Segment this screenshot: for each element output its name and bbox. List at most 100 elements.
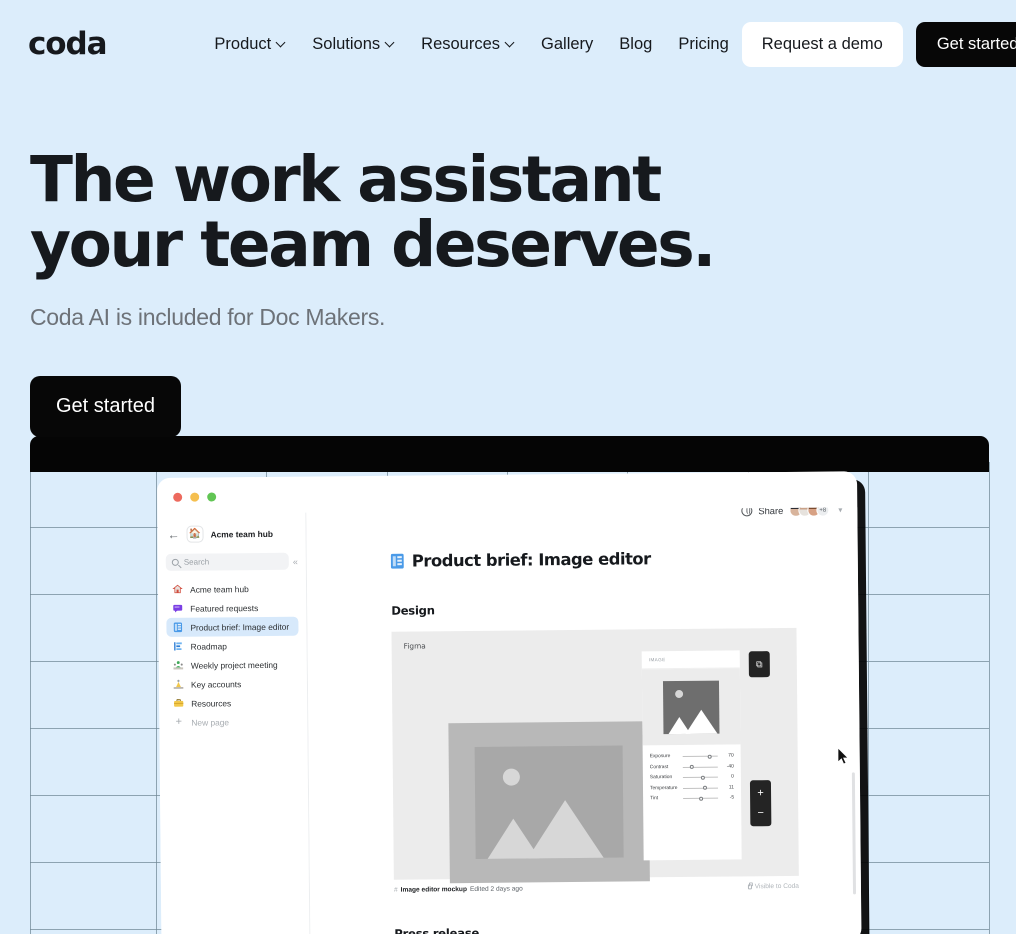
slider-knob[interactable]	[689, 764, 694, 769]
search-placeholder: Search	[183, 557, 210, 567]
hero-get-started-button[interactable]: Get started	[30, 375, 181, 437]
nav-links: Product Solutions Resources Gallery Blog Pric…	[201, 27, 741, 62]
nav-link-solutions[interactable]: Solutions	[299, 27, 408, 62]
image-placeholder-inner	[474, 745, 624, 859]
search-input[interactable]: Search	[165, 552, 289, 571]
mountain-shape	[685, 709, 718, 734]
collapse-sidebar-icon[interactable]: «	[293, 556, 298, 566]
slider-tint[interactable]: Tint -5	[650, 795, 734, 801]
sun-shape	[502, 768, 520, 786]
slider-track[interactable]	[683, 796, 719, 801]
slider-label: Tint	[650, 796, 659, 802]
zoom-in-button[interactable]: +	[757, 787, 764, 799]
share-button[interactable]: Share	[758, 507, 783, 516]
hut-icon	[172, 584, 183, 595]
podium-icon	[173, 679, 184, 690]
zoom-controls[interactable]: + −	[749, 780, 772, 827]
document-area: Share +8 ▾ Product brief: Image editor D…	[306, 507, 862, 934]
slider-track[interactable]	[682, 764, 718, 769]
nav-link-label: Gallery	[541, 34, 594, 53]
slider-temperature[interactable]: Temperature 11	[650, 785, 734, 791]
nav-link-product[interactable]: Product	[201, 27, 299, 62]
figma-mockup-canvas: Figma IMAGE Exposure 70 Contrast -40 Sat…	[391, 627, 799, 884]
slider-exposure[interactable]: Exposure 70	[650, 753, 734, 759]
plus-icon: +	[175, 715, 183, 728]
slider-track[interactable]	[682, 754, 718, 759]
sidebar-item-label: New page	[191, 716, 230, 728]
request-demo-button[interactable]: Request a demo	[741, 21, 903, 67]
slider-line	[682, 755, 718, 757]
nav-link-label: Pricing	[678, 34, 729, 53]
slider-contrast[interactable]: Contrast -40	[650, 764, 734, 770]
sidebar-item-acme-team-hub[interactable]: Acme team hub	[166, 579, 298, 599]
nav-link-label: Product	[214, 34, 272, 53]
nav-get-started-button[interactable]: Get started	[915, 21, 1016, 67]
document-scrollbar[interactable]	[851, 772, 857, 895]
slider-knob[interactable]	[707, 754, 712, 759]
hut-icon: 🏠	[186, 525, 204, 543]
slider-value: -40	[726, 763, 734, 770]
share-row: Share +8 ▾	[741, 507, 842, 517]
sidebar-item-resources[interactable]: Resources	[167, 693, 299, 713]
caption-visibility-label: Visible to Coda	[754, 882, 799, 891]
slider-knob[interactable]	[702, 785, 707, 790]
nav-link-gallery[interactable]: Gallery	[528, 27, 606, 62]
sidebar-item-label: Roadmap	[190, 640, 227, 652]
expand-icon[interactable]: ⧉	[748, 651, 770, 678]
figma-label: Figma	[403, 641, 426, 651]
maximize-window-icon[interactable]	[207, 492, 217, 502]
document-icon	[172, 622, 183, 633]
image-placeholder-large	[448, 721, 650, 884]
panel-header: IMAGE	[641, 650, 740, 670]
sidebar-item-label: Acme team hub	[190, 583, 249, 595]
slider-label: Contrast	[649, 764, 669, 770]
mountain-shape	[527, 799, 604, 859]
sidebar-item-label: Featured requests	[190, 602, 259, 614]
back-arrow-icon[interactable]: ←	[167, 527, 179, 541]
chevron-down-icon[interactable]: ▾	[838, 507, 842, 514]
search-icon	[171, 558, 179, 566]
bar-chart-icon	[173, 641, 184, 652]
nav-link-resources[interactable]: Resources	[408, 27, 528, 62]
sidebar-item-label: Key accounts	[190, 678, 242, 690]
coda-logo[interactable]: coda	[28, 26, 107, 62]
avatar-overflow-count: +8	[816, 507, 830, 517]
sidebar-item-featured-requests[interactable]: Featured requests	[166, 598, 298, 618]
nav-link-label: Solutions	[312, 34, 381, 53]
slider-track[interactable]	[682, 775, 718, 780]
caption-meta: Edited 2 days ago	[469, 885, 523, 894]
sidebar-item-weekly-project-meeting[interactable]: Weekly project meeting	[167, 655, 299, 675]
briefcase-icon	[173, 698, 184, 709]
slider-value: -5	[729, 795, 735, 801]
slider-knob[interactable]	[700, 775, 705, 780]
slider-saturation[interactable]: Saturation 0	[650, 774, 734, 780]
minimize-window-icon[interactable]	[190, 492, 200, 502]
nav-link-blog[interactable]: Blog	[606, 27, 665, 62]
document-icon	[390, 553, 404, 569]
chevron-down-icon	[506, 39, 515, 48]
sidebar-item-roadmap[interactable]: Roadmap	[167, 636, 299, 656]
sidebar-search-row: Search «	[165, 552, 298, 571]
slider-track[interactable]	[682, 785, 718, 790]
sidebar-item-new-page[interactable]: + New page	[167, 712, 299, 732]
slider-label: Temperature	[649, 785, 678, 791]
slider-value: 70	[728, 753, 734, 759]
section-heading-design: Design	[391, 603, 435, 618]
sidebar-item-product-brief-image-editor[interactable]: Product brief: Image editor	[166, 616, 299, 637]
globe-icon	[741, 507, 753, 517]
people-icon	[173, 660, 184, 671]
image-editor-panel: IMAGE Exposure 70 Contrast -40 Saturation 0 Te…	[641, 650, 742, 861]
zoom-out-button[interactable]: −	[757, 807, 764, 819]
nav-actions: Request a demo Get started	[741, 21, 1016, 67]
sidebar-item-label: Resources	[191, 697, 232, 709]
nav-link-pricing[interactable]: Pricing	[665, 27, 741, 62]
nav-link-label: Resources	[421, 34, 501, 53]
avatar-group[interactable]: +8	[789, 507, 830, 517]
slider-label: Saturation	[649, 775, 673, 781]
chevron-down-icon	[386, 39, 395, 48]
close-window-icon[interactable]	[173, 492, 183, 502]
speech-bubble-icon	[172, 603, 183, 614]
sidebar-item-key-accounts[interactable]: Key accounts	[167, 674, 299, 694]
app-window-mockup: ← 🏠 Acme team hub Search « Acme team hub…	[157, 471, 862, 934]
sidebar-item-label: Weekly project meeting	[190, 659, 278, 671]
